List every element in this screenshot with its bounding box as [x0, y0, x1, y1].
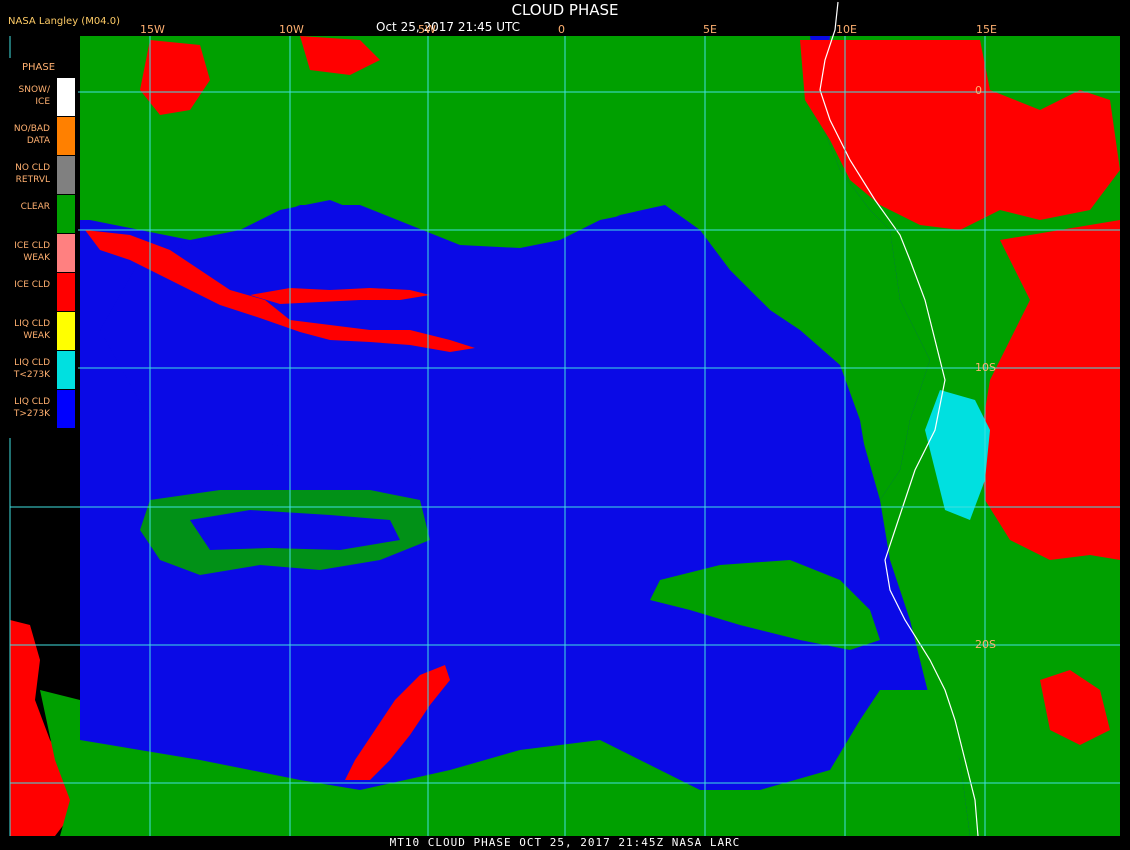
legend-item-label: NO CLD RETRVL [15, 163, 50, 185]
legend-item: CLEAR [0, 195, 78, 233]
legend-item: SNOW/ ICE [0, 78, 78, 116]
legend-item-label: ICE CLD [14, 280, 50, 290]
lon-label: 0 [558, 23, 565, 36]
legend-title: PHASE [22, 62, 56, 73]
legend-item: NO CLD RETRVL [0, 156, 78, 194]
lon-label: 15W [140, 23, 165, 36]
legend-swatch [57, 273, 75, 311]
legend-swatch [57, 78, 75, 116]
legend-item-label: LIQ CLD T<273K [13, 358, 50, 380]
lon-label: 15E [976, 23, 997, 36]
legend-item: ICE CLD [0, 273, 78, 311]
legend-item: LIQ CLD T<273K [0, 351, 78, 389]
lat-label: 20S [975, 638, 996, 651]
legend-item: LIQ CLD T>273K [0, 390, 78, 428]
map-timestamp: Oct 25, 2017 21:45 UTC [376, 20, 520, 34]
legend-item-label: NO/BAD DATA [13, 124, 50, 146]
map-title: CLOUD PHASE [511, 1, 619, 19]
legend-swatch [57, 351, 75, 389]
legend-item-label: SNOW/ ICE [18, 85, 50, 107]
legend-item-label: CLEAR [20, 202, 50, 212]
footer-caption: MT10 CLOUD PHASE OCT 25, 2017 21:45Z NAS… [389, 836, 741, 849]
legend-item: LIQ CLD WEAK [0, 312, 78, 350]
legend-swatch [57, 234, 75, 272]
legend-item-label: ICE CLD WEAK [14, 241, 50, 263]
cloud-phase-map [9, 1, 1120, 837]
phase-legend: PHASE SNOW/ ICE NO/BAD DATA NO CLD RETRVL C… [0, 58, 78, 438]
legend-item: ICE CLD WEAK [0, 234, 78, 272]
lat-label: 0 [975, 84, 982, 97]
legend-item: NO/BAD DATA [0, 117, 78, 155]
legend-item-label: LIQ CLD WEAK [14, 319, 50, 341]
lon-label: 5W [418, 23, 436, 36]
legend-item-label: LIQ CLD T>273K [13, 397, 50, 419]
legend-swatch [57, 312, 75, 350]
legend-swatch [57, 117, 75, 155]
legend-swatch [57, 156, 75, 194]
lon-label: 10E [836, 23, 857, 36]
lon-label: 5E [703, 23, 717, 36]
legend-swatch [57, 195, 75, 233]
legend-swatch [57, 390, 75, 428]
lon-label: 10W [279, 23, 304, 36]
lat-label: 10S [975, 361, 996, 374]
